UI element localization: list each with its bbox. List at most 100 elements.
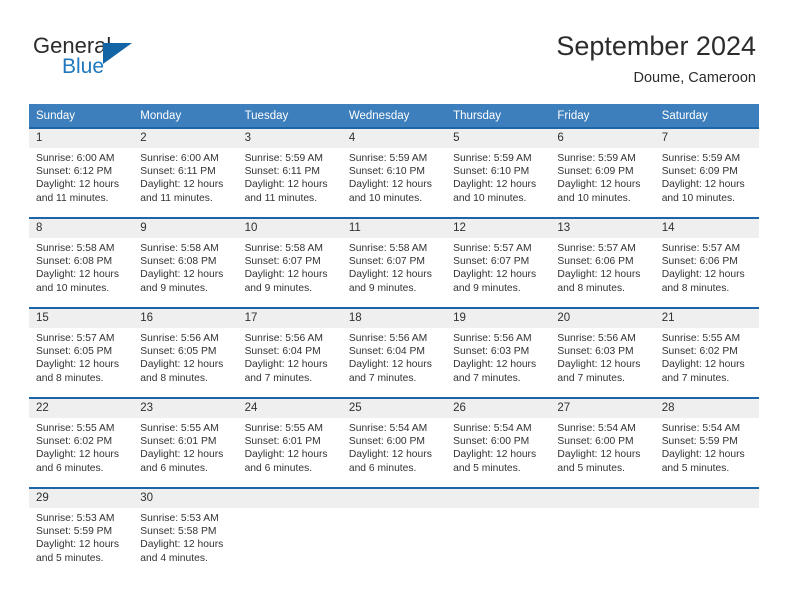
day-cell[interactable]: Sunrise: 5:56 AM Sunset: 6:04 PM Dayligh… xyxy=(342,328,446,397)
day-number[interactable]: 13 xyxy=(550,219,654,238)
day-number[interactable]: 22 xyxy=(29,399,133,418)
day-number[interactable]: 20 xyxy=(550,309,654,328)
weekday-monday: Monday xyxy=(140,110,182,122)
week-detail-strip: Sunrise: 5:58 AM Sunset: 6:08 PM Dayligh… xyxy=(29,238,759,307)
day-cell[interactable]: Sunrise: 5:54 AM Sunset: 6:00 PM Dayligh… xyxy=(550,418,654,487)
day-cell[interactable]: Sunrise: 5:59 AM Sunset: 6:10 PM Dayligh… xyxy=(446,148,550,217)
day-cell[interactable]: Sunrise: 5:59 AM Sunset: 6:11 PM Dayligh… xyxy=(238,148,342,217)
day-cell[interactable]: Sunrise: 5:58 AM Sunset: 6:07 PM Dayligh… xyxy=(238,238,342,307)
day-cell[interactable]: Sunrise: 5:59 AM Sunset: 6:10 PM Dayligh… xyxy=(342,148,446,217)
day-number-empty xyxy=(342,489,446,508)
day-cell[interactable]: Sunrise: 5:54 AM Sunset: 5:59 PM Dayligh… xyxy=(655,418,759,487)
daylight-text-line1: Daylight: 12 hours xyxy=(244,359,328,371)
sunrise-text: Sunrise: 5:56 AM xyxy=(557,333,636,344)
day-cell[interactable]: Sunrise: 5:54 AM Sunset: 6:00 PM Dayligh… xyxy=(342,418,446,487)
day-number[interactable]: 24 xyxy=(238,399,342,418)
day-number[interactable]: 14 xyxy=(655,219,759,238)
calendar-grid: Sunday Monday Tuesday Wednesday Thursday… xyxy=(29,104,759,577)
sunrise-text: Sunrise: 5:59 AM xyxy=(453,153,532,164)
daylight-text-line1: Daylight: 12 hours xyxy=(244,449,328,461)
day-number[interactable]: 3 xyxy=(238,129,342,148)
sunrise-text: Sunrise: 5:59 AM xyxy=(348,153,428,164)
day-cell[interactable]: Sunrise: 5:58 AM Sunset: 6:08 PM Dayligh… xyxy=(29,238,133,307)
day-cell[interactable]: Sunrise: 5:55 AM Sunset: 6:01 PM Dayligh… xyxy=(133,418,237,487)
sunset-text: Sunset: 6:05 PM xyxy=(36,346,113,358)
sunrise-text: Sunrise: 5:55 AM xyxy=(661,333,741,344)
day-number[interactable]: 29 xyxy=(29,489,133,508)
day-cell[interactable]: Sunrise: 6:00 AM Sunset: 6:12 PM Dayligh… xyxy=(29,148,133,217)
daylight-text-line1: Daylight: 12 hours xyxy=(348,359,432,371)
day-number[interactable]: 19 xyxy=(446,309,550,328)
day-number[interactable]: 11 xyxy=(342,219,446,238)
daylight-text-line1: Daylight: 12 hours xyxy=(348,449,432,461)
day-number[interactable]: 23 xyxy=(133,399,237,418)
sunset-text: Sunset: 6:01 PM xyxy=(140,436,217,448)
day-cell[interactable]: Sunrise: 5:55 AM Sunset: 6:01 PM Dayligh… xyxy=(238,418,342,487)
day-cell[interactable]: Sunrise: 5:57 AM Sunset: 6:07 PM Dayligh… xyxy=(446,238,550,307)
week-date-strip: 22 23 24 25 26 27 28 xyxy=(29,399,759,418)
weekday-header-row: Sunday Monday Tuesday Wednesday Thursday… xyxy=(29,104,759,127)
day-cell[interactable]: Sunrise: 5:53 AM Sunset: 5:59 PM Dayligh… xyxy=(29,508,133,577)
day-cell[interactable]: Sunrise: 5:57 AM Sunset: 6:05 PM Dayligh… xyxy=(29,328,133,397)
sunset-text: Sunset: 6:10 PM xyxy=(348,166,425,178)
day-number[interactable]: 1 xyxy=(29,129,133,148)
day-cell[interactable]: Sunrise: 5:59 AM Sunset: 6:09 PM Dayligh… xyxy=(655,148,759,217)
sunrise-text: Sunrise: 5:58 AM xyxy=(244,243,323,254)
day-cell[interactable]: Sunrise: 5:55 AM Sunset: 6:02 PM Dayligh… xyxy=(29,418,133,487)
day-number[interactable]: 25 xyxy=(342,399,446,418)
title-block: September 2024 Doume, Cameroon xyxy=(556,30,756,88)
day-number[interactable]: 30 xyxy=(133,489,237,508)
daylight-text-line2: and 10 minutes. xyxy=(348,192,423,204)
sunset-text: Sunset: 6:03 PM xyxy=(453,346,530,358)
sunrise-text: Sunrise: 6:00 AM xyxy=(140,153,219,164)
day-number[interactable]: 26 xyxy=(446,399,550,418)
day-number[interactable]: 8 xyxy=(29,219,133,238)
day-number[interactable]: 2 xyxy=(133,129,237,148)
day-cell[interactable]: Sunrise: 5:53 AM Sunset: 5:58 PM Dayligh… xyxy=(133,508,237,577)
day-cell[interactable]: Sunrise: 5:58 AM Sunset: 6:07 PM Dayligh… xyxy=(342,238,446,307)
sunset-text: Sunset: 6:04 PM xyxy=(244,346,321,358)
day-number[interactable]: 12 xyxy=(446,219,550,238)
daylight-text-line2: and 8 minutes. xyxy=(36,372,104,384)
day-cell[interactable]: Sunrise: 5:57 AM Sunset: 6:06 PM Dayligh… xyxy=(655,238,759,307)
day-cell[interactable]: Sunrise: 5:54 AM Sunset: 6:00 PM Dayligh… xyxy=(446,418,550,487)
day-cell[interactable]: Sunrise: 5:56 AM Sunset: 6:03 PM Dayligh… xyxy=(446,328,550,397)
day-cell[interactable]: Sunrise: 5:59 AM Sunset: 6:09 PM Dayligh… xyxy=(550,148,654,217)
daylight-text-line1: Daylight: 12 hours xyxy=(348,269,432,281)
day-number[interactable]: 28 xyxy=(655,399,759,418)
day-cell[interactable]: Sunrise: 6:00 AM Sunset: 6:11 PM Dayligh… xyxy=(133,148,237,217)
day-number[interactable]: 10 xyxy=(238,219,342,238)
day-number[interactable]: 16 xyxy=(133,309,237,328)
sunrise-text: Sunrise: 5:57 AM xyxy=(36,333,115,344)
brand-logo[interactable]: General Blue xyxy=(33,33,213,83)
week-date-strip: 29 30 xyxy=(29,489,759,508)
daylight-text-line1: Daylight: 12 hours xyxy=(36,359,119,371)
day-number[interactable]: 4 xyxy=(342,129,446,148)
daylight-text-line2: and 10 minutes. xyxy=(661,192,735,204)
day-number[interactable]: 17 xyxy=(238,309,342,328)
day-cell[interactable]: Sunrise: 5:56 AM Sunset: 6:03 PM Dayligh… xyxy=(550,328,654,397)
day-cell[interactable]: Sunrise: 5:58 AM Sunset: 6:08 PM Dayligh… xyxy=(133,238,237,307)
daylight-text-line2: and 9 minutes. xyxy=(348,282,417,294)
week-row: 8 9 10 11 12 13 14 Sunrise: 5:58 AM Suns… xyxy=(29,217,759,307)
day-number[interactable]: 15 xyxy=(29,309,133,328)
daylight-text-line2: and 7 minutes. xyxy=(453,372,521,384)
day-cell[interactable]: Sunrise: 5:56 AM Sunset: 6:04 PM Dayligh… xyxy=(238,328,342,397)
day-cell[interactable]: Sunrise: 5:56 AM Sunset: 6:05 PM Dayligh… xyxy=(133,328,237,397)
day-number[interactable]: 9 xyxy=(133,219,237,238)
sunset-text: Sunset: 6:05 PM xyxy=(140,346,217,358)
sunrise-text: Sunrise: 5:54 AM xyxy=(453,423,532,434)
day-number[interactable]: 6 xyxy=(550,129,654,148)
page-title: September 2024 xyxy=(556,31,756,61)
day-number[interactable]: 27 xyxy=(550,399,654,418)
sunrise-text: Sunrise: 5:58 AM xyxy=(36,243,115,254)
day-number[interactable]: 5 xyxy=(446,129,550,148)
week-row: 29 30 Sunrise: 5:53 AM Sunset: 5:59 PM D… xyxy=(29,487,759,577)
day-number[interactable]: 18 xyxy=(342,309,446,328)
day-number[interactable]: 7 xyxy=(655,129,759,148)
sunset-text: Sunset: 6:11 PM xyxy=(244,166,320,178)
daylight-text-line1: Daylight: 12 hours xyxy=(661,359,745,371)
day-cell[interactable]: Sunrise: 5:55 AM Sunset: 6:02 PM Dayligh… xyxy=(655,328,759,397)
day-cell[interactable]: Sunrise: 5:57 AM Sunset: 6:06 PM Dayligh… xyxy=(550,238,654,307)
day-number[interactable]: 21 xyxy=(655,309,759,328)
